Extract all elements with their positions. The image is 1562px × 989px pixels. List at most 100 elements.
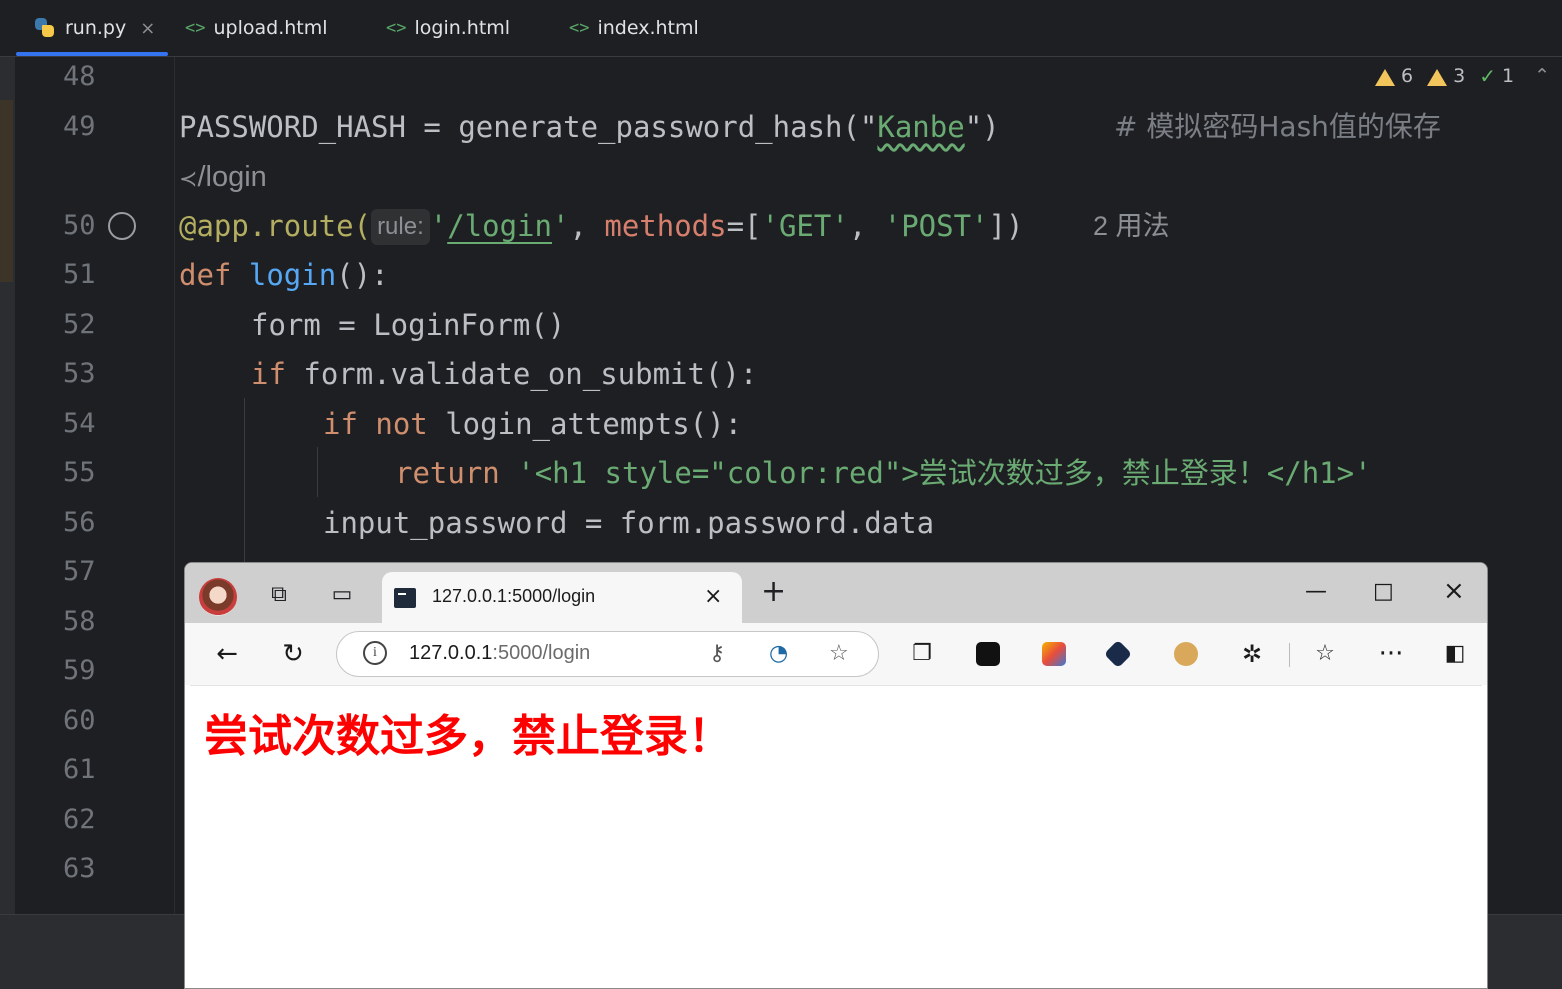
code-token: form.validate_on_submit(): <box>285 357 758 391</box>
tab-label: index.html <box>597 17 699 39</box>
weak-warning-count: 3 <box>1453 65 1466 87</box>
line-number: 49 <box>63 111 96 142</box>
profile-avatar[interactable] <box>199 578 237 616</box>
code-comment: # 模拟密码Hash值的保存 <box>1114 110 1441 143</box>
code-string: 'GET' <box>761 209 849 243</box>
line-number: 54 <box>63 408 96 439</box>
code-line-54[interactable]: if not login_attempts(): <box>323 404 742 444</box>
close-window-button[interactable]: × <box>1443 576 1465 606</box>
tab-actions-icon[interactable]: ▭ <box>328 581 356 609</box>
favorite-star-icon[interactable]: ☆ <box>829 641 849 666</box>
tab-login-html[interactable]: <> login.html <box>386 0 510 56</box>
browser-tab-title: 127.0.0.1:5000/login <box>432 586 596 606</box>
page-heading: 尝试次数过多，禁止登录！ <box>204 711 732 762</box>
browser-tab[interactable]: 127.0.0.1:5000/login × <box>382 572 742 623</box>
line-number: 60 <box>63 705 96 736</box>
active-tab-indicator <box>16 52 168 56</box>
code-string: '<h1 style="color:red">尝试次数过多，禁止登录！</h1>… <box>517 456 1372 490</box>
code-line-51[interactable]: def login(): <box>179 255 389 295</box>
code-keyword: return <box>395 456 500 490</box>
weak-warning-icon <box>1427 68 1448 86</box>
usages-hint[interactable]: 2 用法 <box>1093 206 1170 246</box>
page-content: 尝试次数过多，禁止登录！ <box>190 685 1482 988</box>
code-token: =[ <box>726 209 762 243</box>
line-number: 55 <box>63 457 96 488</box>
endpoint-hint-label: /login <box>197 161 267 193</box>
parameter-hint: rule: <box>371 209 430 245</box>
collections-icon[interactable]: ❐ <box>905 637 939 671</box>
code-function: login <box>248 258 337 292</box>
minimize-button[interactable]: — <box>1305 579 1327 604</box>
edge-refresh-icon[interactable]: ◔ <box>769 641 788 666</box>
line-number: 56 <box>63 507 96 538</box>
tab-index-html[interactable]: <> index.html <box>569 0 699 56</box>
code-decorator: @app.route( <box>179 209 372 243</box>
maximize-button[interactable]: □ <box>1373 579 1394 604</box>
favorites-list-icon[interactable]: ☆ <box>1308 637 1342 671</box>
tab-label: login.html <box>414 17 511 39</box>
line-number: 58 <box>63 606 96 637</box>
more-menu-icon[interactable]: ··· <box>1374 637 1408 671</box>
code-line-52[interactable]: form = LoginForm() <box>251 305 565 345</box>
code-line-55[interactable]: return '<h1 style="color:red">尝试次数过多，禁止登… <box>395 453 1372 493</box>
extension-tools-icon[interactable] <box>1042 642 1066 666</box>
code-token: , <box>848 209 884 243</box>
tab-upload-html[interactable]: <> upload.html <box>185 0 328 56</box>
code-string: Kanbe <box>877 110 965 144</box>
back-button[interactable]: ← <box>210 637 244 671</box>
html-file-icon: <> <box>185 18 206 38</box>
line-number: 52 <box>63 309 96 340</box>
key-icon[interactable]: ⚷ <box>709 641 725 666</box>
close-tab-icon[interactable]: × <box>704 584 722 609</box>
url-host: 127.0.0.1 <box>409 642 493 664</box>
indent-guide <box>317 447 318 497</box>
endpoint-hint[interactable]: ≺/login <box>179 157 267 199</box>
warning-count: 6 <box>1401 65 1414 87</box>
workspaces-icon[interactable]: ⧉ <box>265 581 293 609</box>
html-file-icon: <> <box>386 18 407 38</box>
code-line-49[interactable]: PASSWORD_HASH = generate_password_hash("… <box>179 107 1000 147</box>
browser-title-bar: ⧉ ▭ 127.0.0.1:5000/login × + — □ × <box>185 563 1487 623</box>
code-token: ]) <box>988 209 1024 243</box>
url-text[interactable]: 127.0.0.1:5000/login <box>409 642 590 665</box>
sidebar-toggle-icon[interactable]: ◧ <box>1438 637 1472 671</box>
line-number: 53 <box>63 358 96 389</box>
url-path: :5000/login <box>492 642 591 664</box>
address-bar[interactable]: i 127.0.0.1:5000/login ⚷ ◔ ☆ <box>336 631 879 677</box>
refresh-button[interactable]: ↻ <box>276 637 310 671</box>
code-token: login_attempts(): <box>427 407 743 441</box>
terminal-favicon-icon <box>394 588 416 608</box>
line-number: 51 <box>63 259 96 290</box>
code-string: ' <box>429 209 448 243</box>
python-file-icon <box>34 17 56 39</box>
line-number: 59 <box>63 655 96 686</box>
code-token: , <box>569 209 605 243</box>
line-number: 57 <box>63 556 96 587</box>
ok-count: 1 <box>1501 65 1515 87</box>
code-keyword: if <box>251 357 286 391</box>
indent-guide <box>244 398 245 568</box>
editor-tab-bar: run.py × <> upload.html <> login.html <>… <box>0 0 1562 57</box>
code-token: ") <box>964 110 1000 144</box>
code-line-53[interactable]: if form.validate_on_submit(): <box>251 354 757 394</box>
browser-toolbar: ← ↻ i 127.0.0.1:5000/login ⚷ ◔ ☆ ❐ ✲ ☆ ·… <box>185 623 1487 685</box>
extensions-puzzle-icon[interactable]: ✲ <box>1235 637 1269 671</box>
check-icon: ✓ <box>1479 64 1496 88</box>
close-tab-icon[interactable]: × <box>140 18 155 39</box>
endpoint-globe-icon[interactable] <box>108 212 136 240</box>
extension-cookie-icon[interactable] <box>1174 642 1198 666</box>
extension-glasses-icon[interactable] <box>976 642 1000 666</box>
code-string-link[interactable]: /login <box>447 209 552 243</box>
site-info-icon[interactable]: i <box>363 641 387 665</box>
code-line-50[interactable]: @app.route(rule: '/login', methods=['GET'… <box>179 206 1023 246</box>
extension-shield-icon[interactable] <box>1103 639 1133 669</box>
new-tab-button[interactable]: + <box>761 577 786 607</box>
tab-label: run.py <box>65 17 127 39</box>
warning-icon <box>1375 68 1396 86</box>
code-keyword: if not <box>323 407 428 441</box>
tab-run-py[interactable]: run.py × <box>34 0 155 56</box>
inspection-widget[interactable]: 6 3 ✓ 1 ⌃ <box>1375 64 1550 88</box>
tab-label: upload.html <box>213 17 328 39</box>
chevron-up-icon[interactable]: ⌃ <box>1534 65 1550 87</box>
code-line-56[interactable]: input_password = form.password.data <box>323 503 934 543</box>
